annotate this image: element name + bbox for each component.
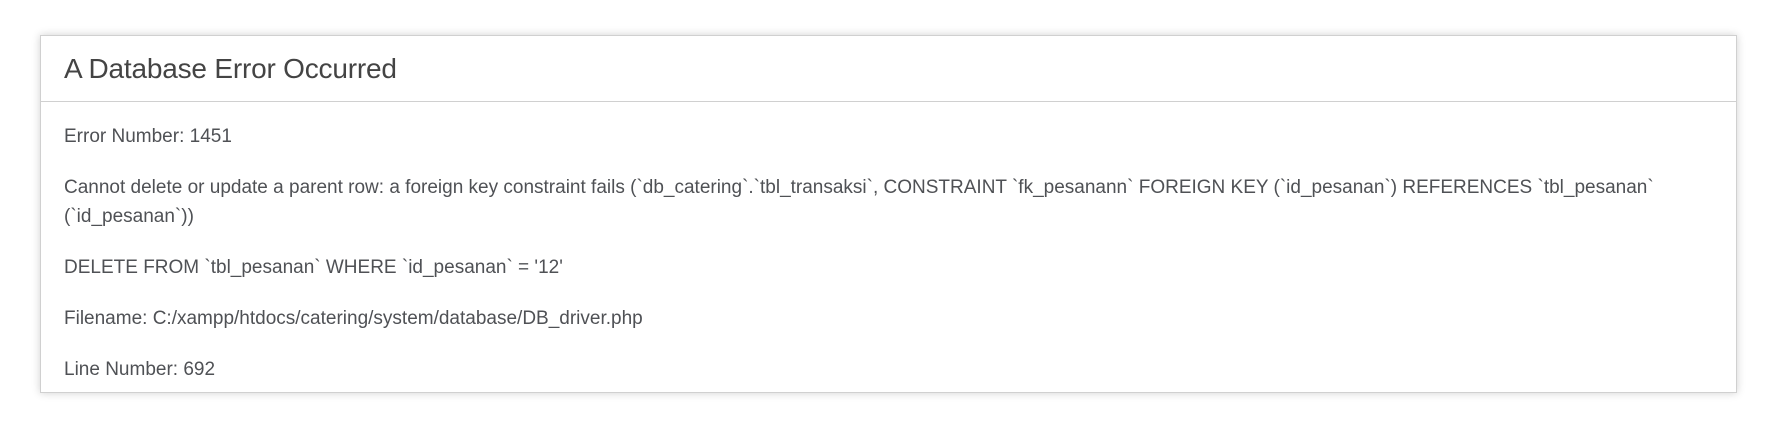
error-body: Error Number: 1451 Cannot delete or upda… [41, 102, 1736, 384]
error-filename: Filename: C:/xampp/htdocs/catering/syste… [64, 308, 643, 329]
error-container: A Database Error Occurred Error Number: … [40, 35, 1737, 393]
error-header: A Database Error Occurred [41, 36, 1736, 102]
error-title: A Database Error Occurred [64, 52, 397, 84]
error-line-number: Line Number: 692 [64, 359, 216, 380]
error-number: Error Number: 1451 [64, 126, 232, 147]
error-message: Cannot delete or update a parent row: a … [64, 177, 1654, 227]
error-query: DELETE FROM `tbl_pesanan` WHERE `id_pesa… [64, 257, 563, 278]
